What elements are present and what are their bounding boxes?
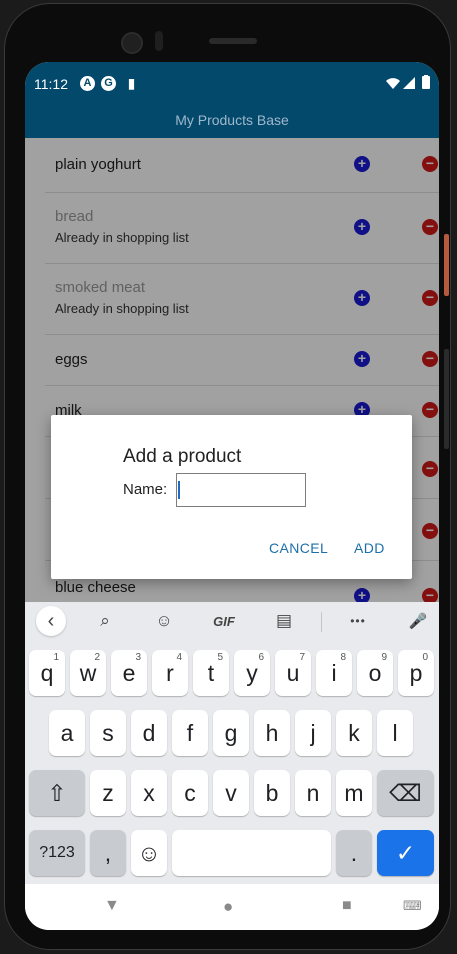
key-c[interactable]: c (172, 770, 208, 816)
power-button (444, 234, 449, 296)
comma-key[interactable]: , (90, 830, 126, 876)
status-time: 11:12 (34, 76, 68, 92)
screen: 11:12 A G ▮ My Products Base pl a i n y o ghu… (25, 62, 439, 930)
keyboard-toolbar: ‹ ⌕ ☺ GIF ▤ ••• 🎤 (25, 602, 439, 642)
key-label: t (207, 659, 215, 686)
key-j[interactable]: j (295, 710, 331, 756)
enter-key[interactable]: ✓ (377, 830, 434, 876)
emoji-key[interactable]: ☺ (131, 830, 167, 876)
period-key[interactable]: . (336, 830, 372, 876)
app-notification-icon: A (80, 76, 95, 91)
sd-card-icon: ▮ (127, 75, 136, 91)
home-nav-icon[interactable]: ● (223, 897, 233, 917)
name-label: Name: (123, 481, 168, 498)
key-hint: 8 (340, 652, 346, 663)
key-o[interactable]: o9 (357, 650, 393, 696)
key-label: r (166, 659, 174, 686)
keyboard-switch-icon[interactable]: ⌨ (403, 898, 422, 914)
key-hint: 3 (135, 652, 141, 663)
app-notification-icon-2: G (101, 76, 116, 91)
signal-icon (403, 77, 415, 89)
cancel-button[interactable]: CANCEL (269, 540, 328, 556)
key-label: y (246, 659, 258, 686)
key-hint: 5 (217, 652, 223, 663)
soft-keyboard: ‹ ⌕ ☺ GIF ▤ ••• 🎤 q1 w2 e3 r4 t5 y6 u7 i… (25, 602, 439, 884)
gif-button[interactable]: GIF (209, 606, 239, 636)
key-label: w (79, 659, 97, 686)
key-g[interactable]: g (213, 710, 249, 756)
key-x[interactable]: x (131, 770, 167, 816)
key-z[interactable]: z (90, 770, 126, 816)
text-cursor (178, 481, 180, 499)
key-s[interactable]: s (90, 710, 126, 756)
product-name-input[interactable] (176, 473, 306, 507)
key-i[interactable]: i8 (316, 650, 352, 696)
key-hint: 4 (176, 652, 182, 663)
key-hint: 0 (422, 652, 428, 663)
key-e[interactable]: e3 (111, 650, 147, 696)
key-n[interactable]: n (295, 770, 331, 816)
app-title: My Products Base (175, 112, 289, 128)
clipboard-icon[interactable]: ▤ (269, 606, 299, 636)
key-m[interactable]: m (336, 770, 372, 816)
add-product-dialog: Add a product Name: CANCEL ADD (51, 415, 412, 579)
key-hint: 6 (258, 652, 264, 663)
key-h[interactable]: h (254, 710, 290, 756)
key-p[interactable]: p0 (398, 650, 434, 696)
front-camera (121, 32, 143, 54)
back-chevron-icon[interactable]: ‹ (36, 606, 66, 636)
wifi-icon (386, 78, 400, 89)
key-b[interactable]: b (254, 770, 290, 816)
key-y[interactable]: y6 (234, 650, 270, 696)
battery-icon (422, 75, 430, 89)
space-key[interactable] (172, 830, 331, 876)
key-f[interactable]: f (172, 710, 208, 756)
add-button[interactable]: ADD (354, 540, 385, 556)
key-label: o (368, 659, 382, 686)
shift-key[interactable]: ⇧ (29, 770, 85, 816)
key-l[interactable]: l (377, 710, 413, 756)
navigation-bar: ▼ ● ■ ⌨ (25, 884, 439, 930)
key-w[interactable]: w2 (70, 650, 106, 696)
back-nav-icon[interactable]: ▼ (104, 897, 120, 915)
search-icon[interactable]: ⌕ (90, 606, 120, 636)
earpiece-speaker (209, 38, 257, 44)
key-label: e (122, 659, 136, 686)
status-bar: 11:12 A G ▮ (25, 62, 439, 106)
toolbar-divider (321, 612, 322, 632)
key-label: i (331, 659, 337, 686)
recents-nav-icon[interactable]: ■ (342, 897, 352, 915)
sensor (155, 31, 163, 51)
key-label: q (40, 659, 54, 686)
numbers-key[interactable]: ?123 (29, 830, 85, 876)
key-q[interactable]: q1 (29, 650, 65, 696)
key-hint: 2 (94, 652, 100, 663)
key-k[interactable]: k (336, 710, 372, 756)
key-u[interactable]: u7 (275, 650, 311, 696)
backspace-key[interactable]: ⌫ (377, 770, 434, 816)
volume-button (444, 349, 449, 449)
app-bar: My Products Base (25, 106, 439, 138)
key-label: p (409, 659, 423, 686)
key-t[interactable]: t5 (193, 650, 229, 696)
key-v[interactable]: v (213, 770, 249, 816)
key-a[interactable]: a (49, 710, 85, 756)
sticker-icon[interactable]: ☺ (149, 606, 179, 636)
more-options-icon[interactable]: ••• (343, 606, 373, 636)
key-hint: 1 (53, 652, 59, 663)
key-r[interactable]: r4 (152, 650, 188, 696)
key-label: u (286, 659, 300, 686)
key-d[interactable]: d (131, 710, 167, 756)
key-hint: 9 (381, 652, 387, 663)
phone-frame: 11:12 A G ▮ My Products Base pl a i n y o ghu… (4, 3, 451, 950)
microphone-icon[interactable]: 🎤 (403, 606, 433, 636)
key-hint: 7 (299, 652, 305, 663)
dialog-title: Add a product (123, 446, 242, 467)
